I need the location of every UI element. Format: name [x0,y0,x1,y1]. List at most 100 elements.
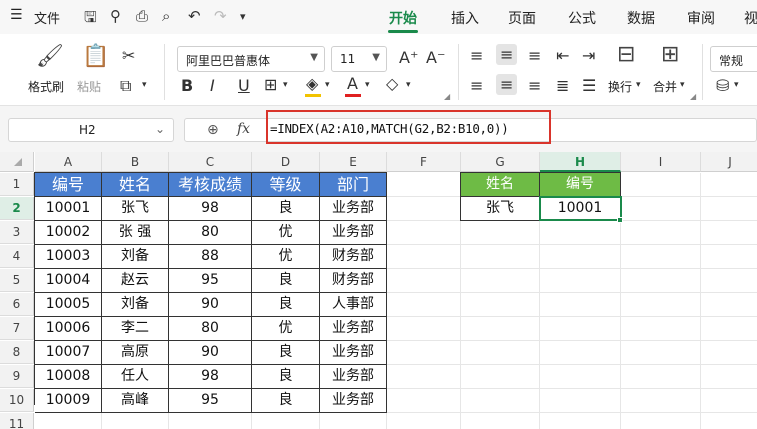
insert-function-icon[interactable]: fx [237,121,250,137]
empty-cell[interactable] [387,413,461,429]
undo-icon[interactable]: ↶ [188,7,201,25]
number-format-select[interactable]: 常规 [710,46,757,72]
zoom-icon[interactable]: ⊕ [207,122,219,138]
merge-cells-icon[interactable]: ⊞ [661,42,679,67]
column-header-i[interactable]: I [621,152,701,172]
empty-cell[interactable] [169,413,252,429]
underline-button[interactable]: U [238,76,250,95]
indent-increase-icon[interactable]: ⇥ [582,46,595,65]
table-cell[interactable]: 高原 [102,341,169,365]
row-header-1[interactable]: 1 [0,173,34,196]
tab-page[interactable]: 页面 [508,8,536,28]
row-header-8[interactable]: 8 [0,341,34,364]
empty-cell[interactable] [621,173,701,197]
wrap-text-icon[interactable]: ⊟ [617,42,635,67]
chevron-down-icon[interactable]: ▾ [365,80,370,90]
merge-cells-label[interactable]: 合并 [653,78,677,95]
empty-cell[interactable] [540,413,621,429]
copy-dropdown-icon[interactable]: ▾ [142,80,147,90]
table-cell[interactable]: 10001 [35,197,102,221]
tab-review[interactable]: 审阅 [687,8,715,28]
tab-data[interactable]: 数据 [627,8,655,28]
font-grow-icon[interactable]: A⁺ [399,48,418,67]
empty-cell[interactable] [387,293,461,317]
table-cell[interactable]: 业务部 [320,365,387,389]
table-cell[interactable]: 良 [252,365,320,389]
chevron-down-icon[interactable]: ▾ [734,80,739,90]
row-header-2[interactable]: 2 [0,197,34,220]
empty-cell[interactable] [621,293,701,317]
column-header-a[interactable]: A [35,152,102,172]
column-header-d[interactable]: D [252,152,320,172]
column-header-j[interactable]: J [701,152,757,172]
empty-cell[interactable] [701,317,757,341]
column-header-f[interactable]: F [387,152,461,172]
align-middle-icon[interactable]: ≡ [496,44,518,65]
empty-cell[interactable] [701,413,757,429]
file-menu[interactable]: 文件 [34,8,60,27]
table-cell[interactable]: 90 [169,293,252,317]
table-cell[interactable]: 10002 [35,221,102,245]
empty-cell[interactable] [320,413,387,429]
align-right-icon[interactable]: ≡ [528,76,541,95]
table-cell[interactable]: 良 [252,269,320,293]
empty-cell[interactable] [701,221,757,245]
hamburger-menu-icon[interactable]: ☰ [10,7,23,23]
empty-cell[interactable] [701,341,757,365]
empty-cell[interactable] [701,173,757,197]
tab-view[interactable]: 视 [744,8,757,28]
empty-cell[interactable] [387,197,461,221]
empty-cell[interactable] [461,293,540,317]
table-cell[interactable]: 刘备 [102,245,169,269]
wrap-text-label[interactable]: 换行 [608,78,632,95]
copy-icon[interactable]: ⧉ [120,76,131,96]
empty-cell[interactable] [387,245,461,269]
table-cell[interactable]: 优 [252,317,320,341]
empty-cell[interactable] [461,221,540,245]
empty-cell[interactable] [461,413,540,429]
empty-cell[interactable] [387,341,461,365]
align-center-icon[interactable]: ≡ [496,74,518,95]
table-header-cell[interactable]: 考核成绩 [169,173,252,197]
empty-cell[interactable] [387,269,461,293]
table-header-cell[interactable]: 姓名 [102,173,169,197]
empty-cell[interactable] [102,413,169,429]
empty-cell[interactable] [621,245,701,269]
bold-button[interactable]: B [181,76,193,95]
table-cell[interactable]: 90 [169,341,252,365]
table-cell[interactable]: 良 [252,293,320,317]
table-cell[interactable]: 业务部 [320,389,387,413]
chevron-down-icon[interactable]: ⌄ [155,122,165,136]
empty-cell[interactable] [387,221,461,245]
table-cell[interactable]: 良 [252,389,320,413]
empty-cell[interactable] [540,293,621,317]
table-cell[interactable]: 财务部 [320,269,387,293]
table-cell[interactable]: 优 [252,245,320,269]
empty-cell[interactable] [540,269,621,293]
distributed-icon[interactable]: ☰ [582,76,596,95]
table-cell[interactable]: 10006 [35,317,102,341]
table-cell[interactable]: 88 [169,245,252,269]
tab-home[interactable]: 开始 [389,8,417,28]
chevron-down-icon[interactable]: ▾ [406,80,411,90]
justify-icon[interactable]: ≣ [556,76,569,95]
fill-handle[interactable] [617,217,623,223]
empty-cell[interactable] [621,317,701,341]
table-cell[interactable]: 98 [169,365,252,389]
row-header-11[interactable]: 11 [0,413,34,429]
empty-cell[interactable] [621,413,701,429]
table-cell[interactable]: 优 [252,221,320,245]
table-cell[interactable]: 赵云 [102,269,169,293]
table-cell[interactable]: 任人 [102,365,169,389]
column-header-c[interactable]: C [169,152,252,172]
row-header-4[interactable]: 4 [0,245,34,268]
format-painter-label[interactable]: 格式刷 [28,78,64,95]
indent-decrease-icon[interactable]: ⇤ [556,46,569,65]
font-dialog-launcher-icon[interactable]: ◢ [444,92,450,101]
table-cell[interactable]: 李二 [102,317,169,341]
currency-icon[interactable]: ⛁ [716,76,729,95]
column-header-b[interactable]: B [102,152,169,172]
table-cell[interactable]: 人事部 [320,293,387,317]
align-bottom-icon[interactable]: ≡ [528,46,541,65]
paste-label[interactable]: 粘贴 [77,78,101,95]
